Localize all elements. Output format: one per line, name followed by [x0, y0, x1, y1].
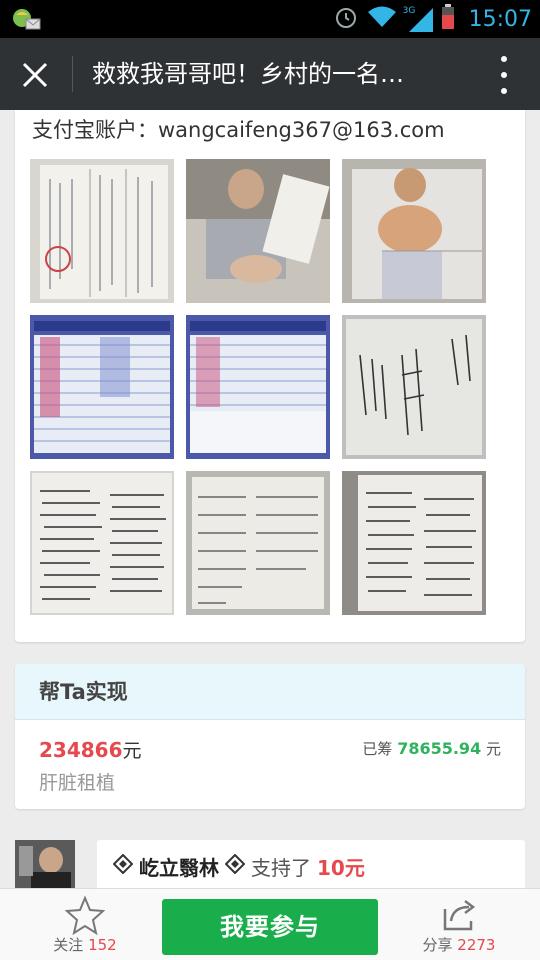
- avatar[interactable]: [15, 840, 75, 888]
- document-scan-photo: [30, 159, 174, 303]
- photo-thumbnail[interactable]: [342, 471, 486, 615]
- alarm-icon: [333, 4, 359, 34]
- photo-thumbnail[interactable]: [342, 315, 486, 459]
- raised-amount-unit: 元: [485, 740, 501, 758]
- notification-icon: [12, 7, 42, 31]
- goal-card: 帮Ta实现 234866元 已筹 78655.94 元 肝脏租植: [15, 664, 525, 809]
- hospital-bill-screen-photo: [30, 315, 174, 459]
- follow-label: 关注 152: [40, 934, 130, 955]
- raised-amount-value: 78655.94: [397, 739, 482, 758]
- photo-thumbnail[interactable]: [186, 471, 330, 615]
- share-icon: [443, 900, 476, 931]
- follow-count: 152: [88, 936, 117, 954]
- supporter-bubble: 屹立翳林 支持了 10元: [97, 840, 525, 892]
- photo-thumbnail[interactable]: [342, 159, 486, 303]
- close-icon: [22, 62, 48, 88]
- supporter-amount: 10元: [317, 856, 365, 880]
- more-menu-button[interactable]: [496, 56, 512, 94]
- page-title: 救救我哥哥吧！乡村的一名…: [92, 60, 404, 88]
- raised-amount: 已筹 78655.94 元: [362, 738, 501, 759]
- clock: 15:07: [468, 6, 532, 32]
- more-dot-icon: [501, 56, 507, 62]
- signal-icon: 3G: [403, 6, 433, 32]
- photo-thumbnail[interactable]: [30, 159, 174, 303]
- battery-icon: [441, 4, 455, 34]
- hospital-bill-screen-photo: [186, 315, 330, 459]
- more-dot-icon: [501, 88, 507, 94]
- close-button[interactable]: [12, 52, 58, 98]
- goal-section-title: 帮Ta实现: [15, 664, 525, 720]
- goal-purpose: 肝脏租植: [39, 772, 116, 794]
- story-card: 支付宝账户：wangcaifeng367@163.com: [15, 110, 525, 642]
- share-label: 分享 2273: [414, 934, 504, 955]
- app-header: 救救我哥哥吧！乡村的一名…: [0, 38, 540, 110]
- follow-button[interactable]: 关注 152: [40, 893, 130, 959]
- more-dot-icon: [501, 72, 507, 78]
- diamond-icon: [224, 853, 246, 879]
- target-amount-unit: 元: [122, 740, 142, 762]
- handwritten-notebook-photo: [342, 471, 486, 615]
- donation-list-photo: [186, 471, 330, 615]
- photo-thumbnail[interactable]: [186, 315, 330, 459]
- follow-text: 关注: [53, 936, 84, 954]
- supporter-action: 支持了: [251, 856, 311, 880]
- header-divider: [72, 56, 73, 92]
- target-amount-value: 234866: [39, 738, 123, 762]
- join-button[interactable]: 我要参与: [162, 899, 378, 955]
- share-count: 2273: [457, 936, 496, 954]
- share-text: 分享: [422, 936, 453, 954]
- status-bar: 3G 15:07: [0, 0, 540, 38]
- share-button[interactable]: 分享 2273: [414, 893, 504, 959]
- alipay-account-text: 支付宝账户：wangcaifeng367@163.com: [32, 118, 445, 142]
- patient-in-bed-photo: [186, 159, 330, 303]
- photo-thumbnail[interactable]: [186, 159, 330, 303]
- star-icon: [64, 895, 106, 936]
- photo-thumbnail[interactable]: [30, 471, 174, 615]
- photo-thumbnail[interactable]: [30, 315, 174, 459]
- diamond-icon: [112, 853, 134, 879]
- handwritten-note-photo: [342, 315, 486, 459]
- handwritten-notebook-photo: [30, 471, 174, 615]
- raised-label: 已筹: [362, 740, 393, 758]
- supporter-item[interactable]: 屹立翳林 支持了 10元: [15, 840, 525, 892]
- target-amount: 234866元: [39, 736, 142, 763]
- wifi-icon: [367, 5, 397, 33]
- patient-lying-photo: [342, 159, 486, 303]
- bottom-action-bar: 关注 152 我要参与 分享 2273: [0, 888, 540, 960]
- supporter-name[interactable]: 屹立翳林: [139, 852, 219, 881]
